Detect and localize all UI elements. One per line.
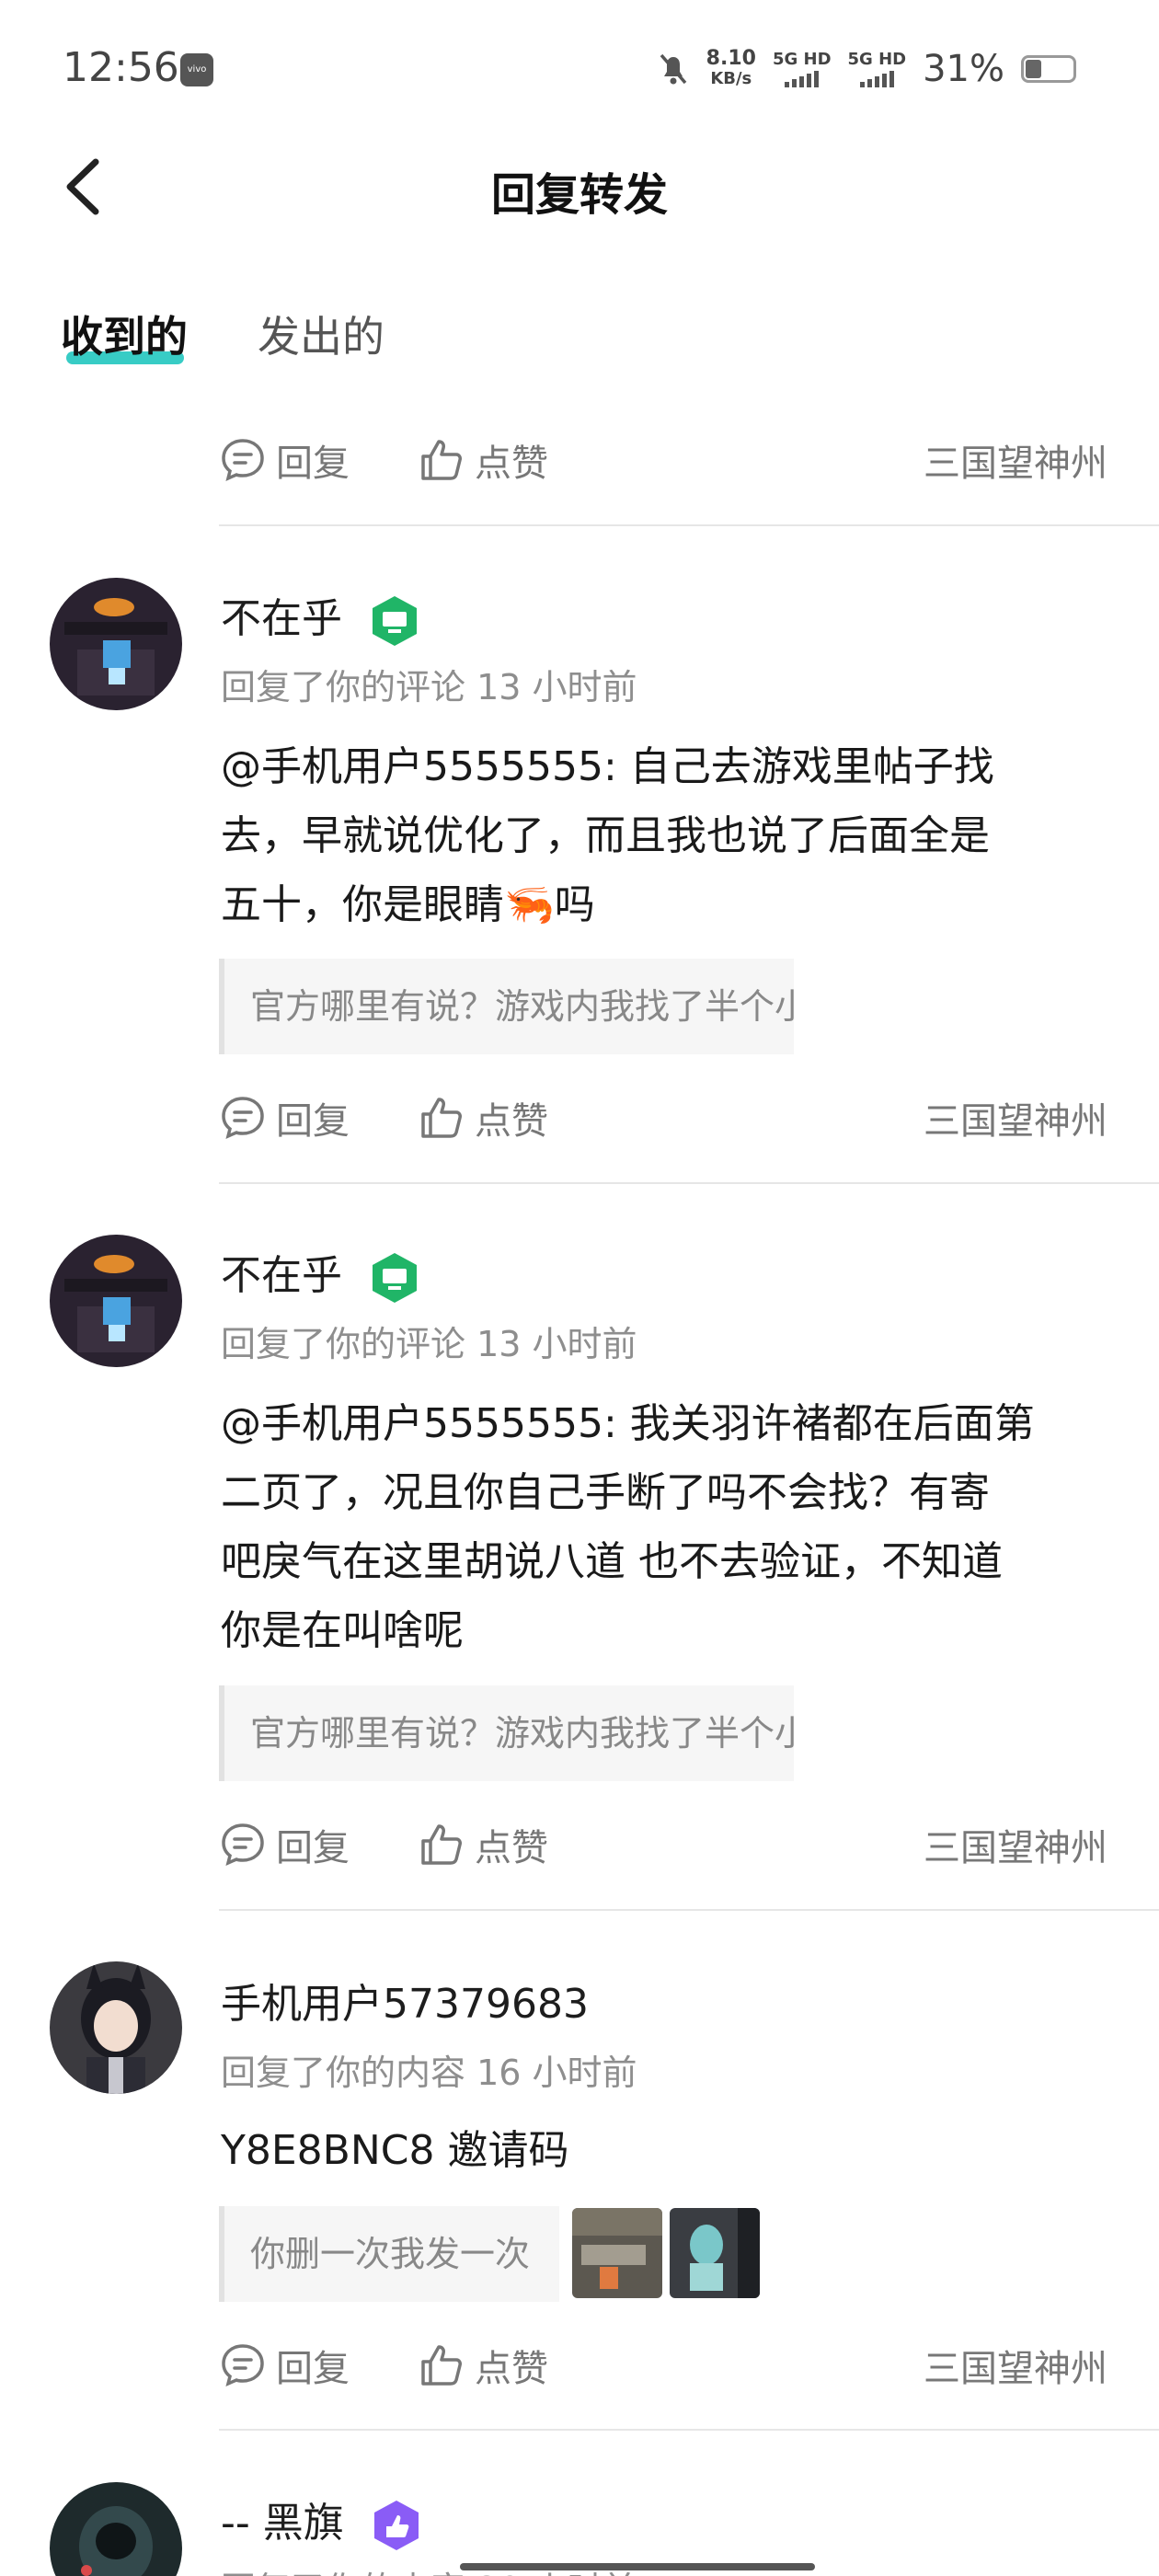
quoted-comment[interactable]: 官方哪里有说？游戏内我找了半个小时都没有… [219, 959, 794, 1054]
status-icons: 8.10 KB/s 5G HD 5G HD 31% [657, 48, 1076, 90]
like-button[interactable]: 点赞 [418, 1091, 548, 1144]
source-link[interactable]: 三国望神州 [924, 433, 1107, 487]
quoted-image-thumbnail[interactable] [572, 2208, 662, 2298]
comment-content: @手机用户5555555: 我关羽许褚都在后面第 二页了，况且你自己手断了吗不会… [221, 1400, 1035, 1654]
thumbs-up-icon [421, 2345, 462, 2386]
source-link[interactable]: 三国望神州 [924, 2339, 1107, 2392]
level-badge-icon [373, 2501, 419, 2550]
like-label: 点赞 [475, 2348, 548, 2390]
thumbs-up-icon [421, 440, 462, 480]
reply-label: 回复 [276, 1827, 350, 1869]
avatar-image [50, 578, 182, 710]
signal-bars-icon [848, 70, 907, 87]
comment-icon [222, 439, 264, 482]
avatar[interactable] [50, 2482, 182, 2576]
quoted-image-thumbnail[interactable] [670, 2208, 760, 2298]
avatar-image [50, 1235, 182, 1367]
action-row: 回复 点赞 三国望神州 [219, 1086, 1107, 1150]
reply-button[interactable]: 回复 [219, 433, 418, 487]
image [572, 2208, 662, 2298]
signal-sim1: 5G HD [773, 51, 832, 87]
like-label: 点赞 [475, 443, 548, 485]
action-row: 回复 点赞 三国望神州 [219, 2333, 1107, 2398]
comment-content: @手机用户5555555: 自己去游戏里帖子找 去，早就说优化了，而且我也说了后… [221, 743, 994, 928]
like-button[interactable]: 点赞 [418, 1818, 548, 1871]
divider [219, 524, 1159, 526]
home-indicator[interactable] [460, 2563, 815, 2570]
comment-icon [222, 1823, 264, 1867]
comment-icon [222, 1097, 264, 1140]
avatar[interactable] [50, 578, 182, 710]
level-badge-icon [373, 596, 417, 646]
avatar-image [50, 1961, 182, 2094]
reply-label: 回复 [276, 1100, 350, 1143]
avatar[interactable] [50, 1961, 182, 2094]
comment-content: Y8E8BNC8 邀请码 [221, 2127, 569, 2174]
divider [219, 1182, 1159, 1184]
reply-button[interactable]: 回复 [219, 2339, 418, 2392]
reply-meta: 回复了你的评论 13 小时前 [221, 1324, 637, 1364]
action-row: 回复 点赞 三国望神州 [219, 1812, 1107, 1877]
divider [219, 2429, 1159, 2431]
reply-label: 回复 [276, 2348, 350, 2390]
image [670, 2208, 760, 2298]
tab-received[interactable]: 收到的 [61, 304, 188, 364]
reply-button[interactable]: 回复 [219, 1091, 418, 1144]
like-label: 点赞 [475, 1827, 548, 1869]
quoted-comment[interactable]: 官方哪里有说？游戏内我找了半个小时都没有… [219, 1685, 794, 1781]
vivo-app-icon: vivo [180, 53, 213, 86]
page-title: 回复转发 [490, 169, 668, 221]
level-badge-icon [373, 1253, 417, 1303]
battery-icon [1021, 55, 1076, 83]
avatar-image [50, 2482, 182, 2576]
username[interactable]: 手机用户57379683 [221, 1971, 589, 2030]
like-label: 点赞 [475, 1100, 548, 1143]
quoted-comment[interactable]: 你删一次我发一次 [219, 2206, 559, 2302]
battery-percent: 31% [923, 48, 1004, 90]
tab-sent[interactable]: 发出的 [258, 304, 384, 364]
username[interactable]: 不在乎 [221, 1242, 421, 1305]
avatar[interactable] [50, 1235, 182, 1367]
network-speed: 8.10 KB/s [706, 47, 756, 89]
like-button[interactable]: 点赞 [418, 2339, 548, 2392]
source-link[interactable]: 三国望神州 [924, 1091, 1107, 1144]
thumbs-up-icon [421, 1824, 462, 1865]
username[interactable]: 不在乎 [221, 585, 421, 648]
comment-icon [222, 2344, 264, 2387]
action-row: 回复 点赞 三国望神州 [219, 428, 1107, 492]
clock: 12:56 [63, 44, 179, 91]
signal-sim2: 5G HD [848, 51, 907, 87]
reply-meta: 回复了你的内容 16 小时前 [221, 2053, 637, 2093]
signal-bars-icon [773, 70, 832, 87]
mute-bell-icon [660, 53, 686, 85]
reply-meta: 回复了你的评论 13 小时前 [221, 667, 637, 707]
username[interactable]: -- 黑旗 [221, 2490, 423, 2552]
thumbs-up-icon [421, 1098, 462, 1138]
like-button[interactable]: 点赞 [418, 433, 548, 487]
source-link[interactable]: 三国望神州 [924, 1818, 1107, 1871]
divider [219, 1909, 1159, 1911]
status-bar: 12:56 vivo 8.10 KB/s 5G HD 5G HD 31% [0, 0, 1159, 138]
reply-label: 回复 [276, 443, 350, 485]
reply-button[interactable]: 回复 [219, 1818, 418, 1871]
